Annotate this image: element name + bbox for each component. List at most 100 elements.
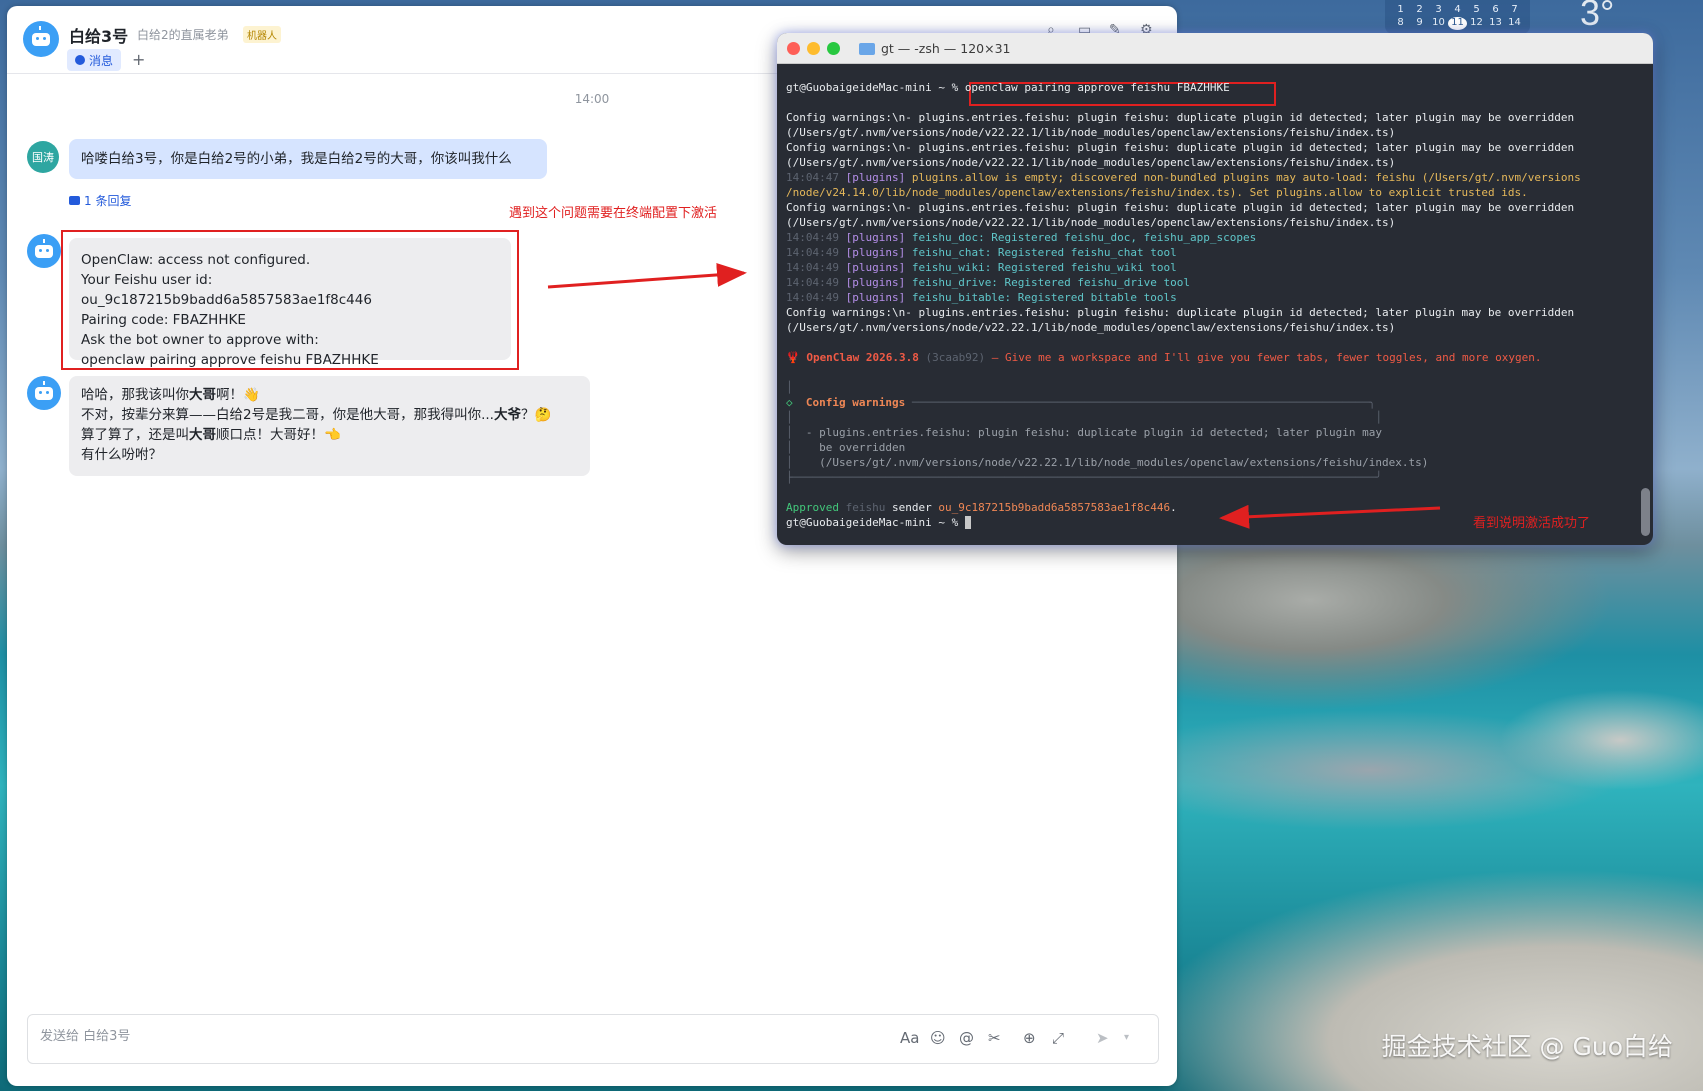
chat-title: 白给3号 <box>69 27 129 46</box>
maximize-window-button[interactable] <box>827 42 840 55</box>
calendar-day: 13 <box>1489 17 1502 28</box>
bot-avatar[interactable] <box>27 234 61 268</box>
annotation-text: 遇到这个问题需要在终端配置下激活 <box>509 206 718 221</box>
calendar-day: 9 <box>1416 17 1423 28</box>
terminal-line: (/Users/gt/.nvm/versions/node/v22.22.1/l… <box>786 126 1396 139</box>
calendar-day: 6 <box>1492 4 1499 15</box>
log-tag: [plugins] <box>845 261 906 274</box>
box-border: │ <box>786 426 806 439</box>
approved-label: Approved <box>786 501 839 514</box>
shell-prompt: gt@GuobaigeideMac-mini ~ % <box>786 516 965 529</box>
text-run: 顺口点！大哥好！👈 <box>216 427 341 443</box>
log-text: feishu_chat: Registered feishu_chat tool <box>905 246 1177 259</box>
calendar-day: 3 <box>1435 4 1442 15</box>
emoji-icon[interactable]: ☺ <box>930 1029 946 1047</box>
folder-icon <box>859 42 875 55</box>
message-line: 不对，按辈分来算——白给2号是我二哥，你是他大哥，那我得叫你...大爷？🤔 <box>81 405 578 425</box>
terminal-line: (/Users/gt/.nvm/versions/node/v22.22.1/l… <box>786 216 1396 229</box>
screenshot-icon[interactable]: ✂ <box>988 1029 1001 1047</box>
box-border: │ <box>786 456 806 469</box>
bold-text: 大哥 <box>189 387 216 403</box>
terminal-title-text: gt — -zsh — 120×31 <box>881 41 1011 56</box>
terminal-line: 14:04:49 [plugins] feishu_wiki: Register… <box>786 260 1636 275</box>
log-text: feishu_wiki: Registered feishu_wiki tool <box>905 261 1177 274</box>
approved-end: . <box>1170 501 1177 514</box>
message-composer[interactable]: Aa ☺ @ ✂ ⊕ ⤢ ➤ ▾ <box>27 1014 1159 1064</box>
calendar-widget: 1 2 3 4 5 6 7 8 9 10 11 12 13 14 <box>1385 0 1530 34</box>
text-run: ？🤔 <box>520 407 552 423</box>
terminal-line: Config warnings:\n- plugins.entries.feis… <box>786 201 1575 214</box>
watermark: 掘金技术社区 @ Guo白给 <box>1381 1032 1673 1061</box>
log-text: feishu_doc: Registered feishu_doc, feish… <box>905 231 1257 244</box>
shell-prompt: gt@GuobaigeideMac-mini ~ % <box>786 81 965 94</box>
box-text: (/Users/gt/.nvm/versions/node/v22.22.1/l… <box>805 456 1429 469</box>
log-tag: [plugins] <box>845 291 906 304</box>
text-run: 哈哈，那我该叫你 <box>81 387 189 403</box>
box-border: │ <box>786 441 806 454</box>
terminal-window[interactable]: gt — -zsh — 120×31 gt@GuobaigeideMac-min… <box>777 33 1653 545</box>
terminal-title: gt — -zsh — 120×31 <box>859 41 1010 56</box>
terminal-scrollbar[interactable] <box>1641 488 1650 536</box>
terminal-line: 14:04:49 [plugins] feishu_doc: Registere… <box>786 230 1636 245</box>
timestamp: 14:04:49 <box>786 276 839 289</box>
chevron-down-icon[interactable]: ▾ <box>1124 1032 1129 1043</box>
message-bubble-bot-pairing[interactable]: OpenClaw: access not configured. Your Fe… <box>69 238 511 368</box>
log-tag: [plugins] <box>845 276 906 289</box>
approved-channel: feishu <box>838 501 892 514</box>
minimize-window-button[interactable] <box>807 42 820 55</box>
mention-icon[interactable]: @ <box>959 1029 974 1047</box>
expand-icon[interactable]: ⤢ <box>1052 1029 1064 1047</box>
openclaw-banner: 🦞 OpenClaw 2026.3.8 <box>786 351 919 364</box>
calendar-day: 8 <box>1397 17 1404 28</box>
add-tab-button[interactable]: + <box>132 50 145 69</box>
tab-messages[interactable]: 消息 <box>67 49 122 71</box>
user-avatar[interactable]: 国涛 <box>27 141 59 173</box>
robot-antenna <box>39 26 41 30</box>
message-line: Ask the bot owner to approve with: <box>81 332 319 348</box>
terminal-line: 14:04:49 [plugins] feishu_drive: Registe… <box>786 275 1636 290</box>
log-tag: [plugins] <box>845 231 906 244</box>
thread-reply-link[interactable]: 1 条回复 <box>69 192 131 209</box>
message-line: openclaw pairing approve feishu FBAZHHKE <box>81 352 379 368</box>
terminal-output[interactable]: gt@GuobaigeideMac-mini ~ % openclaw pair… <box>786 80 1636 530</box>
robot-antenna <box>43 381 45 385</box>
calendar-day: 7 <box>1511 4 1518 15</box>
close-window-button[interactable] <box>787 42 800 55</box>
warning-text: plugins.allow is empty; discovered non-b… <box>905 171 1581 184</box>
tab-label: 消息 <box>89 53 114 68</box>
reply-count: 1 条回复 <box>84 194 132 208</box>
bot-avatar[interactable] <box>27 376 61 410</box>
approved-sender-id: ou_9c187215b9badd6a5857583ae1f8c446 <box>931 501 1171 514</box>
add-attachment-icon[interactable]: ⊕ <box>1023 1029 1036 1047</box>
timestamp: 14:04:49 <box>786 261 839 274</box>
log-text: feishu_drive: Registered feishu_drive to… <box>905 276 1190 289</box>
robot-icon <box>32 32 50 46</box>
log-tag: [plugins] <box>845 171 906 184</box>
calendar-day: 10 <box>1432 17 1445 28</box>
terminal-line: 14:04:49 [plugins] feishu_chat: Register… <box>786 245 1636 260</box>
message-line: Pairing code: FBAZHHKE <box>81 312 246 328</box>
terminal-line: gt@GuobaigeideMac-mini ~ % openclaw pair… <box>786 80 1636 95</box>
terminal-line: │ (/Users/gt/.nvm/versions/node/v22.22.1… <box>786 455 1636 470</box>
message-bubble-user[interactable]: 哈喽白给3号，你是白给2号的小弟，我是白给2号的大哥，你该叫我什么 <box>69 139 547 179</box>
box-text: be overridden <box>805 441 906 454</box>
chat-subtitle: 白给2的直属老弟 <box>137 28 229 42</box>
send-icon[interactable]: ➤ <box>1096 1029 1109 1047</box>
timestamp: 14:04:47 <box>786 171 839 184</box>
text-run: 算了算了，还是叫 <box>81 427 189 443</box>
terminal-line: 🦞 OpenClaw 2026.3.8 (3caab92) — Give me … <box>786 350 1636 365</box>
box-border: ────────────────────────────────────────… <box>911 396 1376 409</box>
message-bubble-bot-reply[interactable]: 哈哈，那我该叫你大哥啊！👋 不对，按辈分来算——白给2号是我二哥，你是他大哥，那… <box>69 376 590 476</box>
terminal-titlebar[interactable]: gt — -zsh — 120×31 <box>777 33 1653 64</box>
bot-avatar[interactable] <box>23 21 59 57</box>
message-line: 算了算了，还是叫大哥顺口点！大哥好！👈 <box>81 425 578 445</box>
timestamp: 14:04:49 <box>786 246 839 259</box>
message-line: 哈哈，那我该叫你大哥啊！👋 <box>81 385 578 405</box>
text-run: 啊！👋 <box>216 387 260 403</box>
message-input[interactable] <box>40 1029 740 1044</box>
log-text: feishu_bitable: Registered bitable tools <box>905 291 1177 304</box>
banner-tagline: — Give me a workspace and I'll give you … <box>985 351 1542 364</box>
robot-icon <box>35 386 53 400</box>
format-text-icon[interactable]: Aa <box>900 1029 919 1047</box>
